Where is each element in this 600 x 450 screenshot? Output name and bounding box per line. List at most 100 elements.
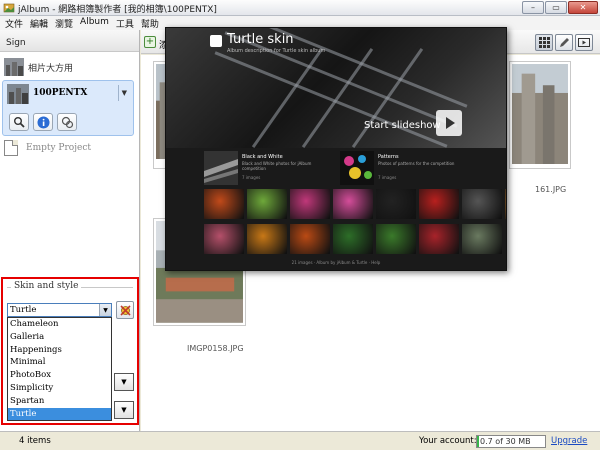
skin-settings-button[interactable]: [116, 301, 134, 319]
menu-view[interactable]: 瀏覽: [53, 16, 78, 30]
preview-image-tile[interactable]: [376, 224, 416, 254]
skin-option[interactable]: Spartan: [8, 395, 111, 408]
document-icon: [4, 140, 18, 156]
preview-footer: 21 images · Album by jAlbum & Turtle · H…: [291, 260, 381, 265]
caret-divider: [118, 85, 119, 101]
thumbnail-view-button[interactable]: [535, 34, 553, 51]
preview-icon: [578, 38, 590, 47]
panel-header: Sign: [0, 30, 139, 52]
folder-count: 7 images: [378, 175, 397, 180]
style-combo-arrow[interactable]: ▼: [114, 401, 134, 419]
project-item-empty[interactable]: Empty Project: [4, 140, 91, 156]
preview-image-tile[interactable]: [247, 224, 287, 254]
skin-option[interactable]: PhotoBox: [8, 369, 111, 382]
menu-edit[interactable]: 編輯: [28, 16, 53, 30]
skin-preview-popup: Turtle skin Album description for Turtle…: [165, 27, 507, 271]
preview-image-tile[interactable]: [247, 189, 287, 219]
preview-image-tile[interactable]: [204, 189, 244, 219]
folder-patterns[interactable]: Patterns Photos of patterns for the comp…: [340, 151, 472, 185]
hero-beam: [214, 51, 448, 148]
preview-image-tile[interactable]: [419, 189, 459, 219]
projects-panel: Sign 相片大方用 100PENTX ▼ Empty Project Skin…: [0, 30, 140, 431]
explore-button[interactable]: [57, 113, 77, 131]
explore-icon: [61, 116, 73, 128]
photo-caption: 161.JPG: [535, 185, 567, 194]
minimize-button[interactable]: –: [522, 1, 544, 14]
menu-tools[interactable]: 工具: [114, 16, 139, 30]
menu-album[interactable]: Album: [78, 16, 114, 30]
style-combo-arrow[interactable]: ▼: [114, 373, 134, 391]
preview-image-tile[interactable]: [333, 189, 373, 219]
skin-option[interactable]: Chameleon: [8, 318, 111, 331]
home-icon[interactable]: [210, 35, 222, 47]
folder-thumbnail: [340, 151, 374, 185]
magnifier-button[interactable]: [9, 113, 29, 131]
window-title: jAlbum - 網路相簿製作者 [我的相簿\100PENTX]: [18, 5, 217, 15]
skin-option[interactable]: Galleria: [8, 331, 111, 344]
quota-bar: 0.7 of 30 MB used: [476, 435, 546, 448]
project-thumbnail: [7, 84, 29, 104]
project-label: 100PENTX: [33, 88, 88, 98]
chevron-down-icon[interactable]: ▼: [99, 304, 111, 316]
play-icon[interactable]: [436, 110, 462, 136]
upgrade-link[interactable]: Upgrade: [551, 436, 587, 446]
preview-image-tile[interactable]: [462, 189, 502, 219]
preview-image-tile[interactable]: [290, 189, 330, 219]
project-label: 相片大方用: [28, 63, 74, 74]
skin-settings-icon: [119, 304, 131, 316]
preview-image-tile[interactable]: [462, 224, 502, 254]
project-item-1[interactable]: 相片大方用: [4, 56, 134, 78]
quota-fill: [477, 436, 479, 447]
start-slideshow-label[interactable]: Start slideshow: [364, 120, 441, 131]
preview-view-button[interactable]: [575, 34, 593, 51]
preview-image-tile[interactable]: [333, 224, 373, 254]
project-thumbnail: [4, 58, 24, 76]
skin-option[interactable]: Simplicity: [8, 382, 111, 395]
menu-file[interactable]: 文件: [3, 16, 28, 30]
photo-caption: IMGP0158.JPG: [187, 344, 244, 353]
maximize-button[interactable]: ▭: [545, 1, 567, 14]
title-bar: jAlbum - 網路相簿製作者 [我的相簿\100PENTX] – ▭ ✕: [0, 0, 600, 16]
folder-thumbnail: [204, 151, 238, 185]
photo-image: [512, 64, 568, 165]
skin-selected-value: Turtle: [10, 305, 37, 315]
preview-image-tile[interactable]: [505, 189, 506, 219]
magnifier-icon: [14, 117, 25, 128]
preview-image-tile[interactable]: [376, 189, 416, 219]
preview-image-tile[interactable]: [204, 224, 244, 254]
add-icon[interactable]: +: [144, 36, 156, 48]
preview-image-tile[interactable]: [290, 224, 330, 254]
info-icon: [37, 116, 49, 128]
quota-text: 0.7 of 30 MB used: [480, 437, 531, 447]
skin-option-selected[interactable]: Turtle: [8, 407, 111, 421]
project-menu-caret-icon[interactable]: ▼: [122, 89, 127, 97]
project-item-active[interactable]: 100PENTX ▼: [2, 80, 134, 136]
project-label: Empty Project: [26, 143, 91, 153]
preview-title: Turtle skin: [227, 32, 294, 47]
thumbnail-grid-icon: [538, 37, 550, 48]
folder-count: 7 images: [242, 175, 261, 180]
folder-title: Patterns: [378, 154, 399, 160]
preview-subtitle: Album description for Turtle skin album: [227, 48, 326, 54]
folder-description: Photos of patterns for the competition: [378, 161, 455, 166]
skin-select[interactable]: Turtle ▼: [7, 303, 112, 317]
edit-icon: [559, 38, 569, 47]
status-bar: 4 items Your account: 0.7 of 30 MB used …: [0, 431, 600, 450]
preview-image-tile[interactable]: [419, 224, 459, 254]
info-button[interactable]: [33, 113, 53, 131]
menu-help[interactable]: 幫助: [139, 16, 164, 30]
close-button[interactable]: ✕: [568, 1, 598, 14]
skin-option[interactable]: Minimal: [8, 356, 111, 369]
jalbum-app-icon: [3, 3, 15, 13]
skin-option[interactable]: Happenings: [8, 344, 111, 357]
skin-legend: Skin and style: [11, 281, 82, 291]
photo-thumbnail[interactable]: [509, 61, 571, 169]
folder-description: Black and White photos for jAlbum compet…: [242, 161, 312, 171]
edit-view-button[interactable]: [555, 34, 573, 51]
preview-hero: Turtle skin Album description for Turtle…: [166, 28, 506, 148]
folder-title: Black and White: [242, 154, 283, 160]
account-label: Your account:: [419, 436, 477, 446]
folder-black-and-white[interactable]: Black and White Black and White photos f…: [204, 151, 336, 185]
skin-and-style-section: Skin and style Turtle ▼ Chameleon Galler…: [1, 277, 139, 425]
item-count: 4 items: [19, 436, 51, 446]
